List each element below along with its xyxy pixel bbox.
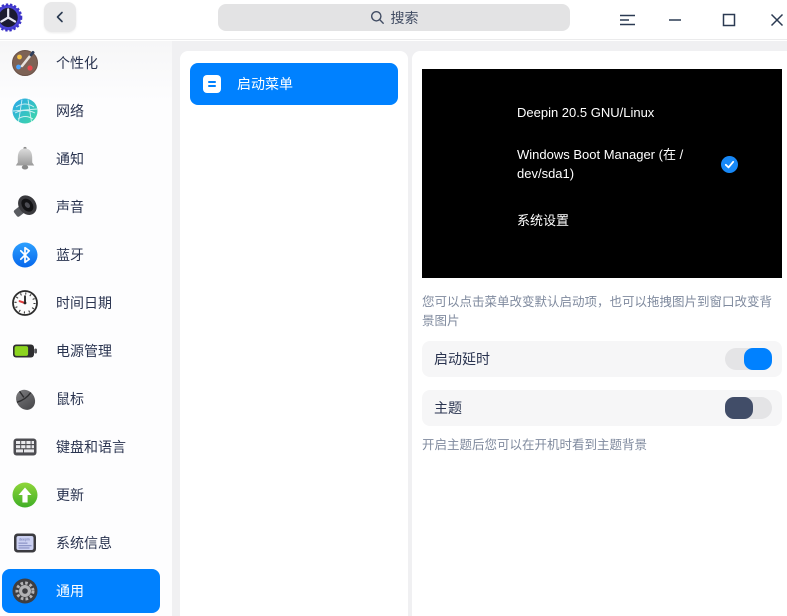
boot-entry-deepin[interactable]: Deepin 20.5 GNU/Linux <box>517 105 782 120</box>
boot-delay-toggle[interactable] <box>725 348 772 370</box>
theme-row: 主题 <box>422 390 782 426</box>
sidebar-item-label: 键盘和语言 <box>56 439 126 455</box>
close-button[interactable] <box>764 7 787 33</box>
search-icon <box>370 11 384 24</box>
sidebar-item-label: 网络 <box>56 103 84 119</box>
gear-icon <box>12 578 38 604</box>
boot-entry-label: Windows Boot Manager (在 / dev/sda1) <box>517 147 684 181</box>
boot-menu-preview[interactable]: Deepin 20.5 GNU/Linux Windows Boot Manag… <box>422 69 782 278</box>
close-icon <box>770 13 784 27</box>
boot-entry-settings[interactable]: 系统设置 <box>517 210 782 229</box>
theme-label: 主题 <box>434 400 462 416</box>
theme-hint: 开启主题后您可以在开机时看到主题背景 <box>422 438 648 452</box>
sidebar-item-label: 个性化 <box>56 55 98 71</box>
boot-entry-label: 系统设置 <box>517 212 570 228</box>
sidebar-item-network[interactable]: 网络 <box>2 89 160 133</box>
sidebar-item-personalization[interactable]: 个性化 <box>2 41 160 85</box>
boot-menu-icon <box>203 75 221 93</box>
app-logo-icon <box>0 3 23 32</box>
sidebar-item-label: 更新 <box>56 487 84 503</box>
sidebar-item-label: 蓝牙 <box>56 247 84 263</box>
theme-toggle[interactable] <box>725 397 772 419</box>
sidebar-item-label: 声音 <box>56 199 84 215</box>
maximize-icon <box>722 13 736 27</box>
toggle-knob <box>725 397 753 419</box>
titlebar: 搜索 <box>0 0 787 40</box>
sidebar-item-label: 电源管理 <box>56 343 112 359</box>
sidebar-item-label: 系统信息 <box>56 535 112 551</box>
bluetooth-icon <box>12 242 38 268</box>
mouse-icon <box>16 389 36 410</box>
maximize-button[interactable] <box>716 7 742 33</box>
nav-item-label: 启动菜单 <box>237 76 293 92</box>
sidebar-item-system-info[interactable]: deepin 系统信息 <box>2 521 160 565</box>
chevron-left-icon <box>56 11 63 23</box>
sidebar-item-keyboard[interactable]: 键盘和语言 <box>2 425 160 469</box>
control-center-window: 搜索 个性化 网络 通知 声音 蓝牙 时间日期 电源管理 鼠标 键盘和语言 更新… <box>0 0 787 616</box>
sidebar-item-sound[interactable]: 声音 <box>2 185 160 229</box>
window-body: 个性化 网络 通知 声音 蓝牙 时间日期 电源管理 鼠标 键盘和语言 更新 de… <box>0 41 787 616</box>
sidebar-item-label: 鼠标 <box>56 391 84 407</box>
search-input[interactable]: 搜索 <box>218 4 570 31</box>
sidebar-item-notification[interactable]: 通知 <box>2 137 160 181</box>
sidebar-item-general[interactable]: 通用 <box>2 569 160 613</box>
boot-delay-row: 启动延时 <box>422 341 782 377</box>
selected-check-icon <box>721 156 738 174</box>
sidebar-item-mouse[interactable]: 鼠标 <box>2 377 160 421</box>
toggle-knob <box>744 348 772 370</box>
section-nav-panel: 启动菜单 <box>180 51 408 616</box>
update-icon <box>12 482 38 508</box>
speaker-icon <box>13 195 37 217</box>
battery-icon <box>13 344 37 358</box>
boot-menu-settings-panel: Deepin 20.5 GNU/Linux Windows Boot Manag… <box>412 51 787 616</box>
network-icon <box>12 98 38 124</box>
sidebar-item-update[interactable]: 更新 <box>2 473 160 517</box>
hamburger-menu-icon <box>619 14 635 26</box>
bell-icon <box>15 146 35 170</box>
minimize-icon <box>669 19 681 21</box>
sidebar: 个性化 网络 通知 声音 蓝牙 时间日期 电源管理 鼠标 键盘和语言 更新 de… <box>0 41 172 616</box>
sidebar-item-label: 通用 <box>56 583 84 599</box>
system-info-icon: deepin <box>14 533 36 553</box>
sidebar-item-datetime[interactable]: 时间日期 <box>2 281 160 325</box>
sidebar-item-bluetooth[interactable]: 蓝牙 <box>2 233 160 277</box>
boot-entry-windows[interactable]: Windows Boot Manager (在 / dev/sda1) <box>517 146 782 184</box>
boot-delay-label: 启动延时 <box>434 351 490 367</box>
boot-menu-hint: 您可以点击菜单改变默认启动项，也可以拖拽图片到窗口改变背景图片 <box>422 295 773 328</box>
boot-entry-label: Deepin 20.5 GNU/Linux <box>517 105 655 120</box>
sidebar-item-label: 通知 <box>56 151 84 167</box>
clock-icon <box>12 290 38 316</box>
keyboard-icon <box>13 438 37 456</box>
svg-text:deepin: deepin <box>19 538 30 542</box>
back-button[interactable] <box>44 2 76 32</box>
sidebar-item-power[interactable]: 电源管理 <box>2 329 160 373</box>
sidebar-item-label: 时间日期 <box>56 295 112 311</box>
window-menu-button[interactable] <box>614 7 640 33</box>
minimize-button[interactable] <box>662 7 688 33</box>
personalization-icon <box>12 50 38 76</box>
nav-item-boot-menu[interactable]: 启动菜单 <box>190 63 398 105</box>
search-placeholder: 搜索 <box>390 9 419 26</box>
